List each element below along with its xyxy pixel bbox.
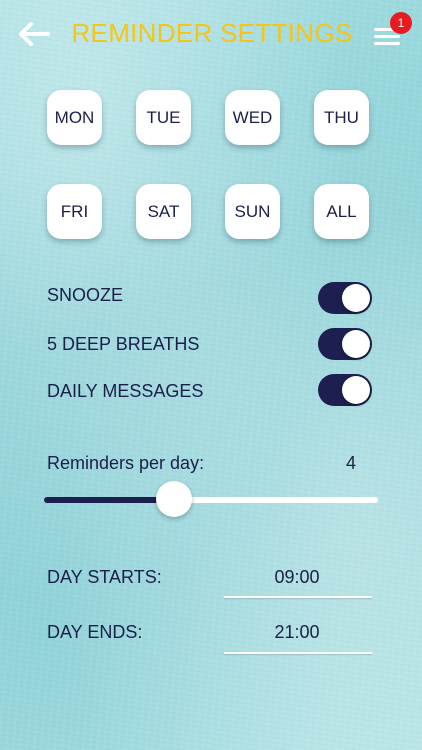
notification-badge: 1 xyxy=(390,12,412,34)
day-starts-time-field[interactable]: 09:00 xyxy=(224,567,370,588)
day-button-fri[interactable]: FRI xyxy=(47,184,102,239)
day-starts-underline xyxy=(224,596,372,598)
back-button[interactable] xyxy=(14,16,54,52)
reminders-per-day-label: Reminders per day: xyxy=(47,453,205,473)
page-title: REMINDER SETTINGS xyxy=(71,18,353,48)
reminders-slider[interactable] xyxy=(44,481,378,517)
day-button-thu[interactable]: THU xyxy=(314,90,369,145)
snooze-label: SNOOZE xyxy=(47,285,124,305)
day-button-mon[interactable]: MON xyxy=(47,90,102,145)
day-button-tue[interactable]: TUE xyxy=(136,90,191,145)
toggle-knob xyxy=(342,330,370,358)
slider-fill xyxy=(44,497,175,503)
reminders-per-day-value: 4 xyxy=(346,453,357,473)
day-starts-label: DAY STARTS: xyxy=(47,567,162,587)
back-arrow-icon xyxy=(19,22,50,46)
day-button-sat[interactable]: SAT xyxy=(136,184,191,239)
deep-breaths-toggle[interactable] xyxy=(318,328,372,360)
day-ends-time-field[interactable]: 21:00 xyxy=(224,622,370,643)
day-button-wed[interactable]: WED xyxy=(225,90,280,145)
daily-messages-label: DAILY MESSAGES xyxy=(47,381,204,401)
slider-thumb[interactable] xyxy=(156,481,193,517)
day-ends-underline xyxy=(224,652,372,654)
deep-breaths-label: 5 DEEP BREATHS xyxy=(47,334,200,354)
daily-messages-toggle[interactable] xyxy=(318,374,372,406)
day-button-all[interactable]: ALL xyxy=(314,184,369,239)
snooze-toggle[interactable] xyxy=(318,282,372,314)
day-ends-label: DAY ENDS: xyxy=(47,622,143,642)
toggle-knob xyxy=(342,376,370,404)
toggle-knob xyxy=(342,284,370,312)
day-button-sun[interactable]: SUN xyxy=(225,184,280,239)
